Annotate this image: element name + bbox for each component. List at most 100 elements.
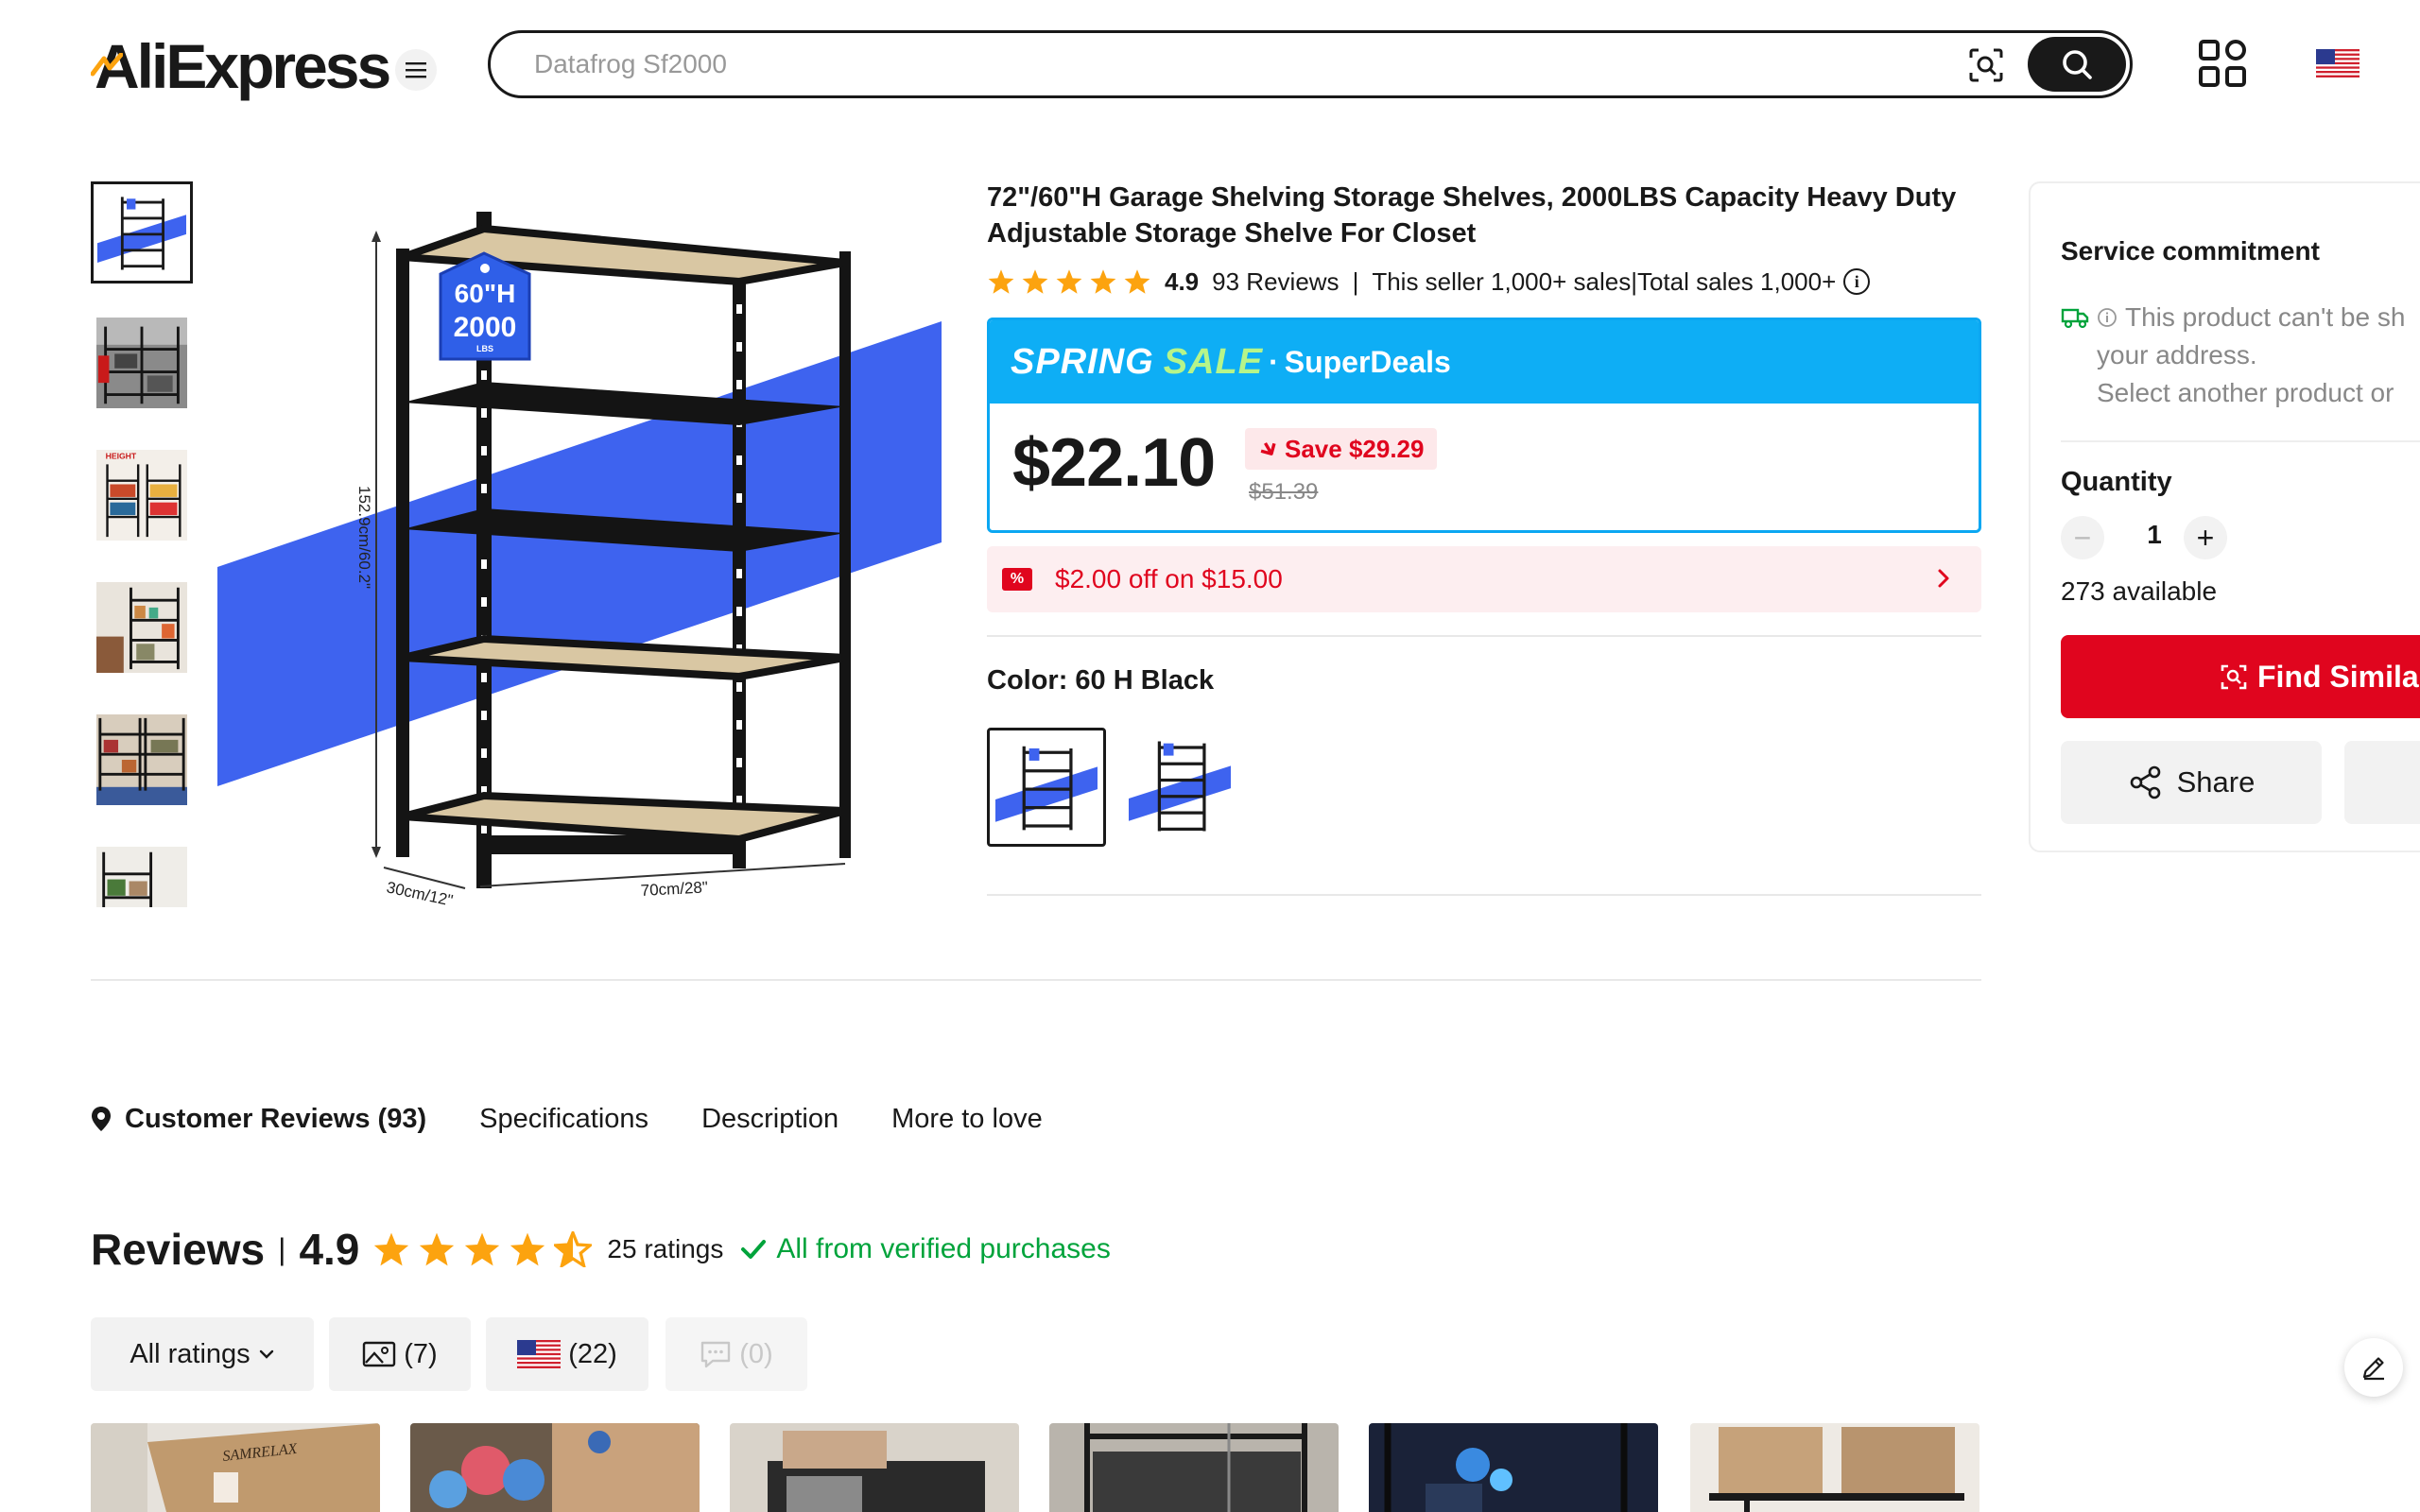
star-icon <box>1022 269 1048 294</box>
thumbnail-1[interactable] <box>91 181 193 284</box>
menu-button[interactable] <box>395 49 437 91</box>
review-photo[interactable] <box>1369 1423 1658 1512</box>
color-label: Color: 60 H Black <box>987 665 1215 696</box>
swatch-image <box>1129 735 1231 837</box>
review-photo-image: SAMRELAX <box>91 1423 380 1512</box>
chevron-right-icon <box>1938 569 1949 588</box>
separator: | <box>1352 266 1359 296</box>
quantity-increase-button[interactable]: + <box>2184 516 2227 559</box>
divider <box>987 635 1981 637</box>
wishlist-button[interactable] <box>2344 741 2420 824</box>
image-search-icon <box>1969 48 2003 82</box>
share-button[interactable]: Share <box>2061 741 2322 824</box>
capacity-badge: 60"H 2000 LBS <box>439 251 531 361</box>
spring-label: SPRING <box>1011 341 1154 382</box>
filter-with-comments[interactable]: (0) <box>666 1317 807 1391</box>
star-icon <box>1124 269 1150 294</box>
tab-customer-reviews[interactable]: Customer Reviews (93) <box>91 1104 426 1135</box>
stock-available: 273 available <box>2061 576 2218 606</box>
info-icon[interactable]: i <box>1843 268 1871 295</box>
hamburger-icon <box>406 62 426 78</box>
main-product-image[interactable]: 152.9cm/60.2" 60"H 2000 LBS 30cm/12" 70c… <box>217 181 945 909</box>
filter-all-ratings[interactable]: All ratings <box>91 1317 314 1391</box>
us-flag-icon <box>517 1340 562 1368</box>
quantity-label: Quantity <box>2061 467 2172 497</box>
search-bar <box>488 30 2133 98</box>
edit-button[interactable] <box>2344 1338 2403 1397</box>
review-photo-image <box>1690 1423 1979 1512</box>
separator: | <box>278 1231 286 1266</box>
quantity-value[interactable]: 1 <box>2133 520 2176 550</box>
search-icon <box>2063 50 2092 79</box>
country-selector[interactable] <box>2316 49 2360 77</box>
color-option-60h-black[interactable] <box>987 728 1106 847</box>
color-option-72h-black[interactable] <box>1121 728 1240 847</box>
coupon-banner[interactable]: % $2.00 off on $15.00 <box>987 546 1981 612</box>
thumbnail-2[interactable] <box>91 312 193 414</box>
service-commitment-title: Service commitment <box>2061 236 2320 266</box>
review-photo[interactable]: SAMRELAX <box>91 1423 380 1512</box>
pantry-photo-thumbnail <box>96 714 187 805</box>
purchase-panel: Service commitment This product can't be… <box>2029 181 2420 852</box>
tab-specifications[interactable]: Specifications <box>479 1104 648 1135</box>
qr-code-icon <box>2199 40 2246 87</box>
review-photo[interactable] <box>1049 1423 1339 1512</box>
reviews-link[interactable]: 93 Reviews <box>1212 267 1339 297</box>
verified-purchases: All from verified purchases <box>740 1233 1111 1265</box>
review-photo-image <box>1049 1423 1339 1512</box>
review-photo[interactable] <box>730 1423 1019 1512</box>
swatch-image <box>995 736 1098 838</box>
dimension-height-label: 152.9cm/60.2" <box>355 486 373 589</box>
dimension-width-label: 70cm/28" <box>640 878 708 900</box>
us-flag-icon <box>2316 49 2360 77</box>
save-badge: Save $29.29 <box>1245 428 1438 470</box>
chevron-down-icon <box>259 1349 273 1359</box>
search-button[interactable] <box>2028 37 2126 92</box>
divider <box>987 894 1981 896</box>
info-circle-icon <box>2098 308 2117 327</box>
tab-description[interactable]: Description <box>701 1104 838 1135</box>
star-icon <box>510 1232 545 1266</box>
sale-label: SALE <box>1163 341 1264 382</box>
review-photo-image <box>410 1423 700 1512</box>
review-photo[interactable] <box>1690 1423 1979 1512</box>
arrow-down-icon <box>1260 442 1276 455</box>
thumbnail-3[interactable]: HEIGHT <box>91 444 193 546</box>
shelf-product-image: 152.9cm/60.2" 60"H 2000 LBS 30cm/12" 70c… <box>217 181 945 909</box>
height-photo-thumbnail: HEIGHT <box>96 450 187 541</box>
filter-with-photos[interactable]: (7) <box>329 1317 471 1391</box>
truck-icon <box>2061 308 2089 329</box>
kitchen-photo-thumbnail <box>96 582 187 673</box>
comment-icon <box>701 1341 731 1368</box>
divider <box>91 979 1981 981</box>
logo-spark-icon <box>91 53 123 77</box>
reviews-stars <box>372 1231 593 1267</box>
star-icon <box>420 1232 455 1266</box>
image-search-icon <box>2221 664 2247 690</box>
find-similar-button[interactable]: Find Similar <box>2061 635 2420 718</box>
shelf-thumbnail-image <box>97 188 186 277</box>
image-search-button[interactable] <box>1965 44 2007 86</box>
badge-height-label: 60"H <box>455 279 516 308</box>
aliexpress-logo[interactable]: AliExpress <box>91 28 391 104</box>
half-star-icon <box>554 1231 593 1267</box>
thumbnail-6[interactable] <box>91 841 193 907</box>
search-input[interactable] <box>534 33 1858 95</box>
current-price: $22.10 <box>1012 425 1216 501</box>
total-sales: Total sales 1,000+ <box>1636 266 1837 296</box>
badge-unit-label: LBS <box>476 344 493 353</box>
reviews-header: Reviews | 4.9 25 ratings All from verifi… <box>91 1219 1111 1280</box>
review-photo[interactable] <box>410 1423 700 1512</box>
qr-code-button[interactable] <box>2197 38 2248 89</box>
filter-country[interactable]: (22) <box>486 1317 648 1391</box>
location-pin-icon <box>92 1107 111 1131</box>
reviews-title: Reviews <box>91 1225 266 1274</box>
product-title: 72"/60"H Garage Shelving Storage Shelves… <box>987 182 1957 249</box>
quantity-decrease-button[interactable]: − <box>2061 516 2104 559</box>
thumbnail-5[interactable] <box>91 709 193 811</box>
thumbnail-4[interactable] <box>91 576 193 679</box>
badge-capacity-label: 2000 <box>454 312 517 343</box>
tab-more-to-love[interactable]: More to love <box>891 1104 1043 1135</box>
ratings-count: 25 ratings <box>607 1234 724 1263</box>
seller-sales: This seller 1,000+ sales <box>1372 266 1632 296</box>
